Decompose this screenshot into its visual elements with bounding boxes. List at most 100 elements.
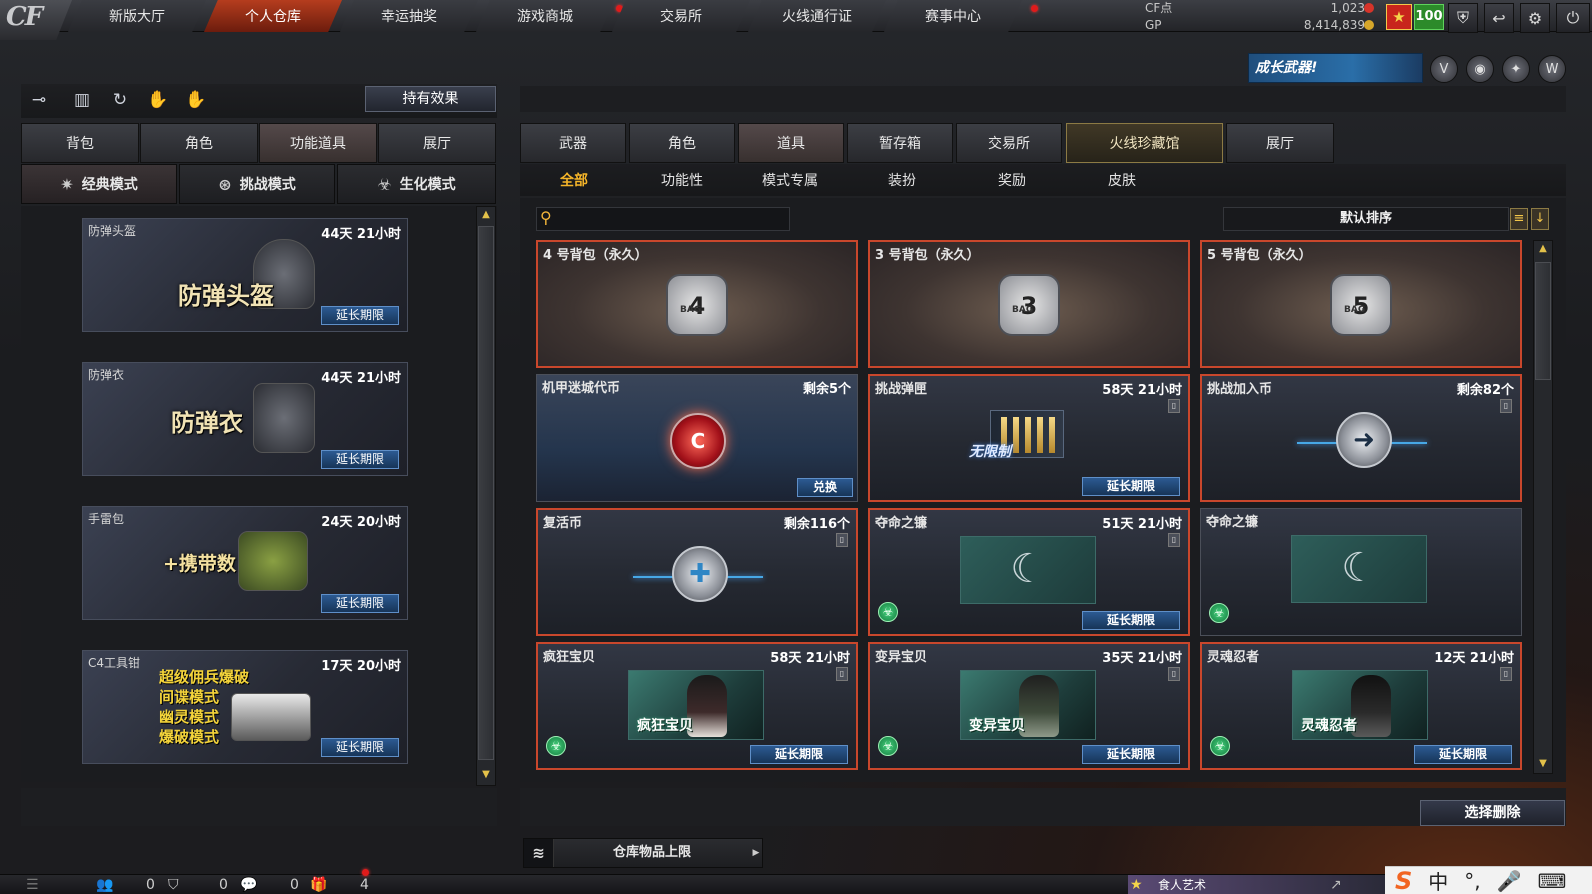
extend-button[interactable]: 延长期限 (1082, 611, 1180, 630)
grid-item[interactable]: 变异宝贝 35天 21小时 ▯ 变异宝贝 ☣ 延长期限 (868, 642, 1190, 770)
trash-icon[interactable]: ▯ (1168, 399, 1180, 413)
friends-icon[interactable]: 👥 (96, 875, 113, 894)
extend-button[interactable]: 延长期限 (1082, 477, 1180, 496)
subtab-reward[interactable]: 奖励 (958, 167, 1066, 193)
scroll-down-icon[interactable]: ▼ (479, 769, 493, 780)
return-icon[interactable]: ↩ (1484, 3, 1514, 33)
emblem-icon[interactable]: ✦ (1502, 55, 1530, 83)
grid-item[interactable]: 4 号背包（永久） BAG 4 (536, 240, 858, 368)
trash-icon[interactable]: ▯ (836, 667, 848, 681)
list-item[interactable]: 防弹头盔 44天 21小时 防弹头盔 延长期限 (82, 218, 408, 332)
scroll-down-icon[interactable]: ▼ (1536, 758, 1550, 769)
subtab-skin[interactable]: 皮肤 (1068, 167, 1176, 193)
sort-down-icon[interactable]: ↓ (1531, 208, 1549, 230)
left-tab-items[interactable]: 功能道具 (259, 123, 377, 163)
left-scroll-thumb[interactable] (478, 226, 494, 760)
grid-item[interactable]: 挑战弹匣 58天 21小时 ▯ 无限制 延长期限 (868, 374, 1190, 502)
extend-button[interactable]: 延长期限 (321, 738, 399, 757)
extend-button[interactable]: 延长期限 (321, 594, 399, 613)
select-delete-button[interactable]: 选择删除 (1420, 800, 1565, 826)
list-icon[interactable]: ≡ (1510, 208, 1528, 230)
ime-toolbar[interactable]: S 中 °, 🎤 ⌨ (1385, 866, 1592, 894)
menu-list-icon[interactable]: ☰ (26, 875, 39, 894)
extend-button[interactable]: 延长期限 (321, 306, 399, 325)
list-item[interactable]: 手雷包 24天 20小时 +携带数 延长期限 (82, 506, 408, 620)
tab-events[interactable]: 赛事中心 (884, 0, 1022, 32)
extend-button[interactable]: 延长期限 (321, 450, 399, 469)
right-tab-exchange[interactable]: 交易所 (956, 123, 1062, 163)
grid-item[interactable]: 灵魂忍者 12天 21小时 ▯ 灵魂忍者 ☣ 延长期限 (1200, 642, 1522, 770)
hand-icon[interactable]: ✋ (144, 86, 172, 114)
globe-icon[interactable]: ◉ (1466, 55, 1494, 83)
extend-button[interactable]: 延长期限 (1414, 745, 1512, 764)
right-tab-character[interactable]: 角色 (629, 123, 735, 163)
subtab-functional[interactable]: 功能性 (628, 167, 736, 193)
search-icon[interactable]: ⚲ (540, 207, 562, 231)
search-input[interactable] (536, 207, 790, 231)
tab-warehouse[interactable]: 个人仓库 (204, 0, 342, 32)
mode-challenge[interactable]: ⊛ 挑战模式 (179, 164, 335, 204)
grid-item[interactable]: 挑战加入币 剩余82个 ▯ ➜ (1200, 374, 1522, 502)
extend-button[interactable]: 延长期限 (1082, 745, 1180, 764)
subtab-mode[interactable]: 模式专属 (736, 167, 844, 193)
right-tab-collection[interactable]: 火线珍藏馆 (1066, 123, 1223, 163)
v-badge-icon[interactable]: V (1430, 55, 1458, 83)
subtab-outfit[interactable]: 装扮 (848, 167, 956, 193)
subtab-all[interactable]: 全部 (520, 167, 628, 193)
storage-limit-bar[interactable]: ≋ 仓库物品上限 ▶ (523, 838, 763, 868)
grid-item[interactable]: 夺命之镰 51天 21小时 ▯ ☾ ☣ 延长期限 (868, 508, 1190, 636)
tab-pass[interactable]: 火线通行证 (748, 0, 886, 32)
trash-icon[interactable]: ▯ (1500, 667, 1512, 681)
level-badge[interactable]: 100 (1414, 4, 1444, 30)
wings-icon[interactable]: W (1538, 55, 1566, 83)
sort-dropdown[interactable]: 默认排序 (1223, 207, 1509, 231)
ranking-icon[interactable]: ▥ (68, 86, 96, 114)
right-tab-storage[interactable]: 暂存箱 (847, 123, 953, 163)
mode-biochem[interactable]: ☣ 生化模式 (337, 164, 496, 204)
chat-icon[interactable]: 💬 (240, 875, 257, 894)
growth-weapon-banner[interactable]: 成长武器! (1248, 53, 1423, 83)
tab-exchange[interactable]: 交易所 (612, 0, 750, 32)
list-item[interactable]: C4工具钳 17天 20小时 超级佣兵爆破 间谍模式 幽灵模式 爆破模式 延长期… (82, 650, 408, 764)
mode-classic[interactable]: ✷ 经典模式 (21, 164, 177, 204)
keyboard-icon[interactable]: ⌨ (1538, 869, 1567, 893)
tab-shop[interactable]: 游戏商城 (476, 0, 614, 32)
trash-icon[interactable]: ▯ (836, 533, 848, 547)
ime-mode[interactable]: 中 (1428, 866, 1448, 894)
grid-item[interactable]: 疯狂宝贝 58天 21小时 ▯ 疯狂宝贝 ☣ 延长期限 (536, 642, 858, 770)
power-icon[interactable]: ⏻ (1556, 3, 1590, 33)
rank-star-icon[interactable]: ★ (1386, 4, 1412, 30)
right-tab-hall[interactable]: 展厅 (1226, 123, 1334, 163)
grid-item[interactable]: 5 号背包（永久） BAG 5 (1200, 240, 1522, 368)
mouse-icon[interactable]: ✋ (182, 86, 210, 114)
right-tab-items[interactable]: 道具 (738, 123, 844, 163)
left-tab-hall[interactable]: 展厅 (378, 123, 496, 163)
gift-icon[interactable]: 🎁 (310, 875, 327, 894)
scroll-up-icon[interactable]: ▲ (1536, 243, 1550, 254)
left-tab-backpack[interactable]: 背包 (21, 123, 139, 163)
exchange-button[interactable]: 兑换 (797, 478, 853, 497)
grid-item[interactable]: 3 号背包（永久） BAG 3 (868, 240, 1190, 368)
clan-shield-icon[interactable]: ⛉ (168, 875, 179, 894)
effect-button[interactable]: 持有效果 (365, 86, 496, 112)
grid-item[interactable]: 机甲迷城代币 剩余5个 C 兑换 (536, 374, 858, 502)
grid-item[interactable]: 复活币 剩余116个 ▯ ✚ (536, 508, 858, 636)
right-scroll-thumb[interactable] (1535, 262, 1551, 380)
tab-lobby[interactable]: 新版大厅 (68, 0, 206, 32)
sogou-s-icon[interactable]: S (1395, 867, 1412, 894)
shield-icon[interactable]: ⛨ (1448, 3, 1478, 33)
trash-icon[interactable]: ▯ (1500, 399, 1512, 413)
punctuation-icon[interactable]: °, (1464, 869, 1480, 893)
external-link-icon[interactable]: ↗ (1330, 875, 1342, 894)
gear-icon[interactable]: ⚙ (1520, 3, 1550, 33)
grid-item[interactable]: 夺命之镰 ☾ ☣ (1200, 508, 1522, 636)
tab-lottery[interactable]: 幸运抽奖 (340, 0, 478, 32)
microphone-icon[interactable]: 🎤 (1497, 869, 1522, 893)
key-icon[interactable]: ⊸ (25, 86, 53, 114)
refresh-icon[interactable]: ↻ (106, 86, 134, 114)
scroll-up-icon[interactable]: ▲ (479, 209, 493, 220)
trash-icon[interactable]: ▯ (1168, 533, 1180, 547)
extend-button[interactable]: 延长期限 (750, 745, 848, 764)
trash-icon[interactable]: ▯ (1168, 667, 1180, 681)
right-tab-weapons[interactable]: 武器 (520, 123, 626, 163)
